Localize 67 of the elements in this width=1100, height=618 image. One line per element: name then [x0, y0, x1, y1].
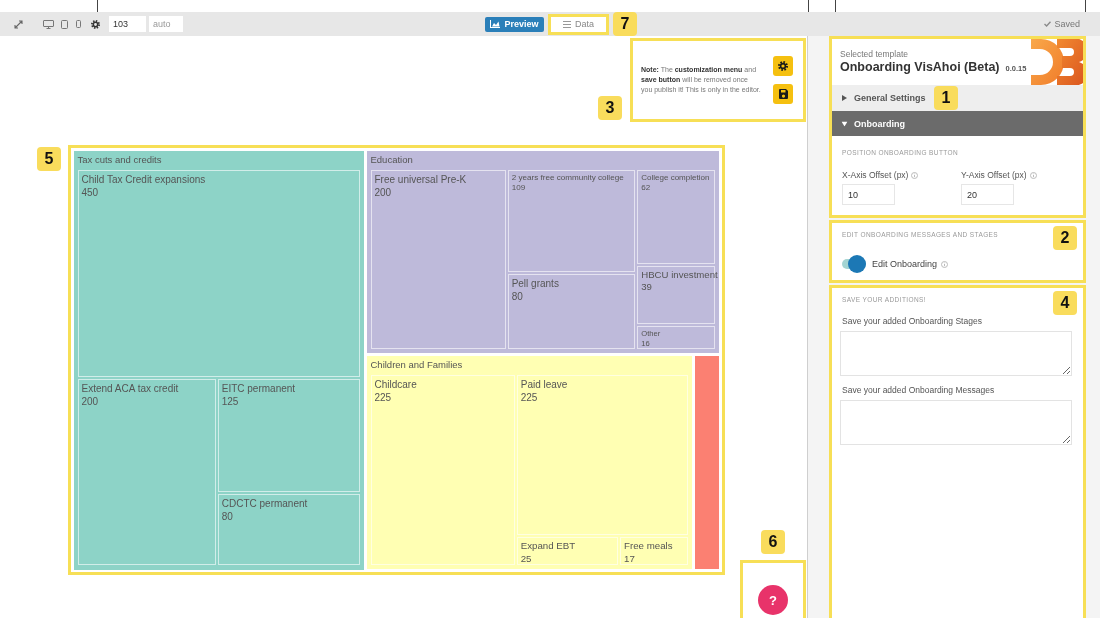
monitor-icon[interactable]	[43, 19, 54, 29]
tile-value: 39	[641, 281, 652, 294]
tile-value: 62	[641, 182, 651, 194]
tile-value: 225	[520, 391, 538, 405]
tile-label: HBCU investment	[641, 268, 718, 282]
template-name: Onboarding VisAhoi (Beta)	[840, 60, 1000, 74]
check-icon	[1044, 21, 1052, 27]
gear-icon[interactable]	[91, 19, 100, 29]
callout-badge: 7	[613, 12, 637, 36]
group-label: Tax cuts and credits	[77, 153, 162, 165]
field-label: Save your added Onboarding Stages	[842, 316, 983, 326]
group-label: Education	[370, 153, 413, 165]
list-icon	[563, 20, 571, 28]
toggle-label: Edit Onboarding	[872, 259, 938, 269]
arc-logo	[1029, 39, 1083, 85]
field-label: Y-Axis Offset (px)	[961, 170, 1027, 180]
tile-label: Pell grants	[511, 277, 559, 291]
height-input[interactable]: auto	[149, 16, 183, 32]
tablet-icon[interactable]	[61, 19, 68, 29]
view-tab[interactable]: Preview	[485, 16, 544, 32]
tile-label: College completion	[641, 172, 710, 183]
view-tab[interactable]: Data	[548, 13, 609, 35]
tile-value: 25	[520, 552, 532, 566]
tile-value: 450	[81, 185, 99, 199]
save-button[interactable]	[773, 84, 793, 104]
caret-icon	[842, 95, 847, 101]
tile-label: Extend ACA tax credit	[81, 381, 179, 395]
tile-value: 200	[374, 185, 392, 199]
tile-value: 109	[511, 183, 526, 194]
field-label: Save your added Onboarding Messages	[842, 385, 996, 395]
tile-label: Paid leave	[520, 378, 568, 392]
gear-icon	[778, 61, 788, 71]
field-label: X-Axis Offset (px)	[842, 170, 909, 180]
tile-value: 17	[624, 552, 635, 566]
callout-badge: 4	[1053, 291, 1077, 315]
callout-badge: 5	[37, 147, 61, 171]
tile-label: Free universal Pre-K	[374, 172, 467, 186]
tile-label: CDCTC permanent	[221, 496, 308, 510]
group-label: Children and Families	[370, 359, 463, 371]
saved-status: Saved	[1054, 19, 1080, 29]
callout-badge: 1	[934, 86, 958, 110]
tile-value: 225	[374, 391, 392, 405]
tile-value: 200	[81, 394, 99, 408]
tile-label: EITC permanent	[221, 381, 296, 395]
offset-input[interactable]: 20	[961, 184, 1014, 205]
tile-label: Expand EBT	[520, 540, 576, 553]
tile-label: Child Tax Credit expansions	[81, 172, 206, 186]
tile-label: Childcare	[374, 378, 417, 392]
tile-value: 80	[511, 290, 523, 304]
section-header[interactable]: Onboarding	[832, 111, 1083, 136]
width-input[interactable]: 103	[109, 16, 146, 32]
callout-badge: 3	[598, 96, 622, 120]
tile-label: Free meals	[624, 540, 673, 553]
caret-icon	[841, 121, 848, 126]
phone-icon[interactable]	[76, 20, 81, 28]
settings-button[interactable]	[773, 56, 793, 76]
tile-value: 125	[221, 394, 239, 408]
expand-icon[interactable]	[14, 19, 23, 29]
offset-input[interactable]: 10	[842, 184, 895, 205]
callout-badge: 6	[761, 530, 785, 554]
tile-value: 80	[221, 509, 233, 523]
template-caption: Selected template	[840, 49, 910, 59]
callout-badge: 2	[1053, 226, 1077, 250]
toggle-switch[interactable]	[842, 255, 866, 273]
help-button[interactable]: ?	[758, 585, 788, 615]
tile-label: 2 years free community college	[511, 172, 624, 184]
chart-icon	[490, 20, 501, 28]
